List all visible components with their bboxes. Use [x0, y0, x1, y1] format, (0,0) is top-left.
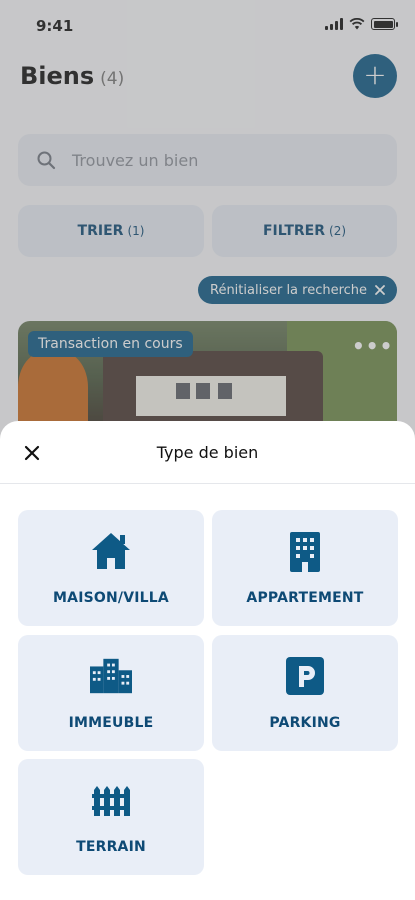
house-icon [90, 530, 132, 572]
option-immeuble[interactable]: IMMEUBLE [18, 635, 204, 751]
option-label: TERRAIN [76, 839, 146, 855]
sheet-title: Type de bien [156, 443, 259, 462]
divider [0, 483, 415, 484]
option-label: PARKING [269, 715, 341, 731]
option-label: IMMEUBLE [68, 715, 154, 731]
city-buildings-icon [90, 655, 132, 697]
fence-icon [90, 779, 132, 821]
option-appartement[interactable]: APPARTEMENT [212, 510, 398, 626]
option-maison-villa[interactable]: MAISON/VILLA [18, 510, 204, 626]
property-type-sheet: Type de bien MAISON/VILLA APPARTEMENT IM… [0, 421, 415, 900]
option-terrain[interactable]: TERRAIN [18, 759, 204, 875]
option-label: MAISON/VILLA [53, 590, 169, 606]
parking-icon [284, 655, 326, 697]
option-label: APPARTEMENT [246, 590, 364, 606]
building-icon [284, 530, 326, 572]
option-parking[interactable]: PARKING [212, 635, 398, 751]
